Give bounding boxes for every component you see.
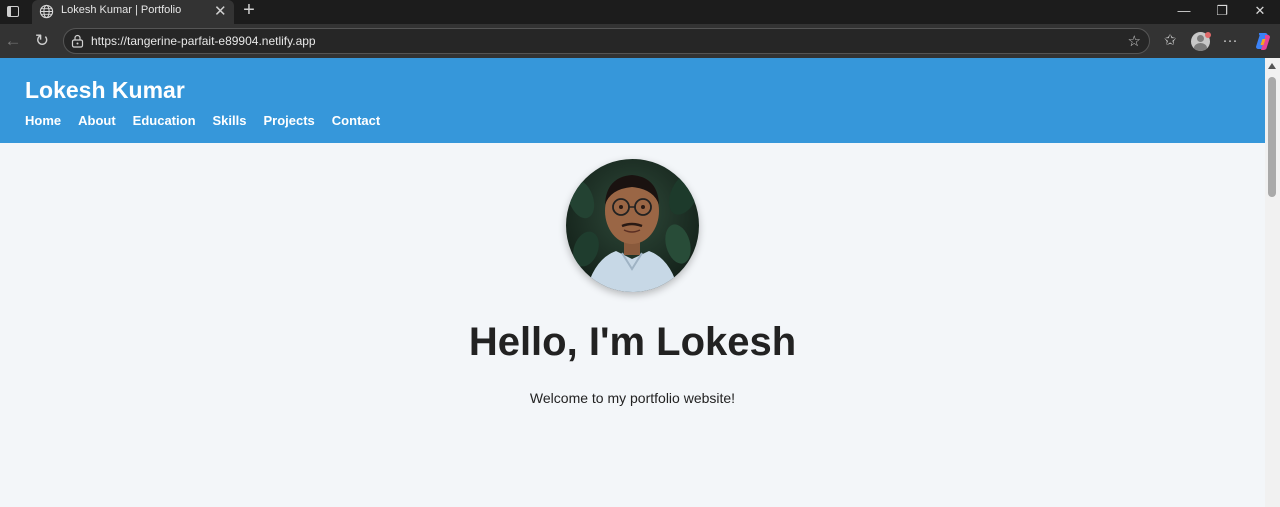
nav-about[interactable]: About: [78, 113, 116, 128]
close-window-icon[interactable]: ✕: [1242, 2, 1278, 22]
scrollbar-thumb[interactable]: [1268, 77, 1276, 197]
tab-strip: Lokesh Kumar | Portfolio ✕ + — ❐ ✕: [0, 0, 1280, 24]
profile-notification-dot: [1205, 32, 1211, 38]
nav-contact[interactable]: Contact: [332, 113, 380, 128]
back-icon[interactable]: ←: [3, 31, 23, 51]
hero-section: Hello, I'm Lokesh Welcome to my portfoli…: [0, 143, 1265, 507]
nav-skills[interactable]: Skills: [213, 113, 247, 128]
tab-title: Lokesh Kumar | Portfolio: [61, 4, 182, 16]
restore-icon[interactable]: ❐: [1204, 2, 1240, 22]
favorites-icon[interactable]: ✩: [1160, 31, 1180, 51]
profile-photo: [566, 159, 699, 292]
favorite-star-icon[interactable]: ☆: [1128, 32, 1141, 50]
scroll-up-arrow-icon[interactable]: [1268, 63, 1276, 69]
browser-tab[interactable]: Lokesh Kumar | Portfolio ✕: [32, 0, 234, 24]
more-options-icon[interactable]: ···: [1220, 31, 1240, 51]
site-nav: Home About Education Skills Projects Con…: [25, 113, 380, 128]
lock-icon: [71, 34, 84, 48]
site-header: Lokesh Kumar Home About Education Skills…: [0, 58, 1265, 143]
nav-education[interactable]: Education: [133, 113, 196, 128]
copilot-icon[interactable]: [1253, 31, 1273, 51]
nav-home[interactable]: Home: [25, 113, 61, 128]
globe-icon: [39, 4, 54, 19]
hero-heading: Hello, I'm Lokesh: [468, 320, 797, 364]
reload-icon[interactable]: ↻: [32, 31, 52, 51]
browser-toolbar: ← ↻ https://tangerine-parfait-e89904.net…: [0, 24, 1280, 58]
page-scrollbar[interactable]: [1265, 58, 1280, 507]
new-tab-icon[interactable]: +: [238, 0, 260, 22]
hero-tagline: Welcome to my portfolio website!: [529, 390, 736, 406]
url-text: https://tangerine-parfait-e89904.netlify…: [91, 34, 316, 48]
nav-projects[interactable]: Projects: [263, 113, 314, 128]
address-bar[interactable]: https://tangerine-parfait-e89904.netlify…: [63, 28, 1150, 54]
site-brand[interactable]: Lokesh Kumar: [25, 77, 185, 104]
minimize-icon[interactable]: —: [1166, 2, 1202, 22]
close-tab-icon[interactable]: ✕: [214, 2, 227, 20]
page-viewport: Lokesh Kumar Home About Education Skills…: [0, 58, 1265, 507]
tab-actions-icon[interactable]: [4, 3, 22, 21]
